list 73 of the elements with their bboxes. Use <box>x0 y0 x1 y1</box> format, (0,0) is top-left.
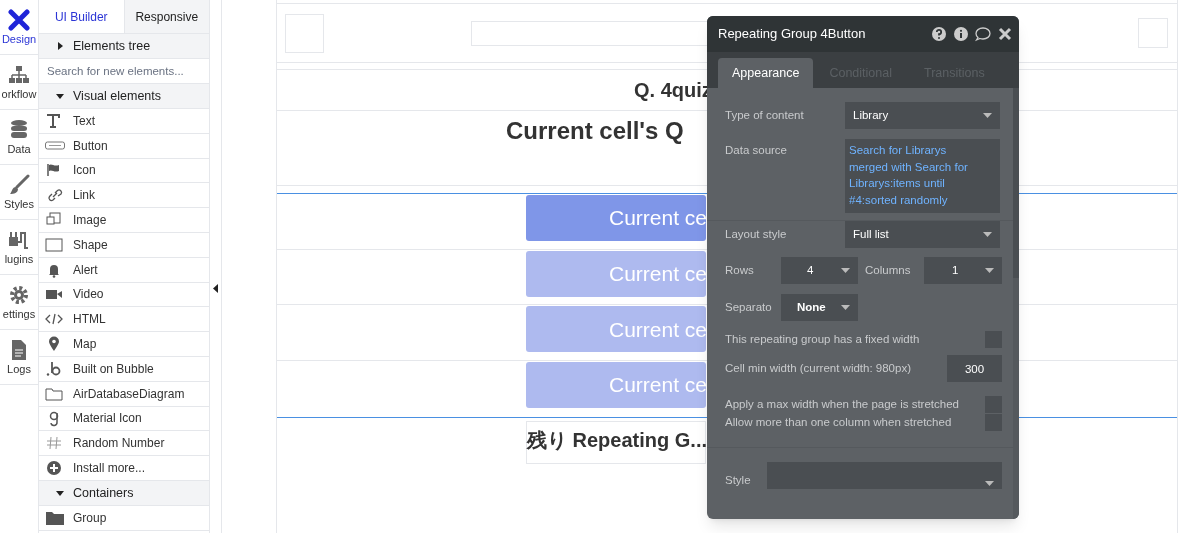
comment-icon[interactable] <box>975 26 991 42</box>
element-item[interactable]: Icon <box>39 158 209 184</box>
field-label: Type of content <box>725 107 805 123</box>
nav-tab[interactable]: Data <box>0 110 38 165</box>
element-item[interactable]: Shape <box>39 233 209 258</box>
cross-icon <box>8 9 30 31</box>
nav-tab[interactable]: Styles <box>0 165 38 220</box>
dropdown[interactable]: 1 <box>924 257 1002 284</box>
field-label: This repeating group has a fixed width <box>725 332 920 347</box>
placeholder-box <box>285 13 324 53</box>
caret-down-icon <box>983 113 992 118</box>
field-label: Separato <box>725 299 773 315</box>
field-label: Layout style <box>725 226 788 242</box>
field-label: Apply a max width when the page is stretched <box>725 397 959 413</box>
plug-icon <box>8 229 30 251</box>
element-item[interactable]: Video <box>39 282 209 308</box>
brush-icon <box>8 174 30 196</box>
nav-tab[interactable]: Logs <box>0 330 38 385</box>
caret-down-icon <box>56 488 64 497</box>
dropdown[interactable]: None <box>781 294 858 321</box>
square-icon <box>45 235 65 254</box>
element-item[interactable]: Map <box>39 332 209 357</box>
caret-down-icon <box>985 480 994 486</box>
database-icon <box>8 119 30 141</box>
caret-down-icon <box>985 268 994 273</box>
nav-tab[interactable]: Design <box>0 0 38 55</box>
remaining-text: 残り Repeating G... <box>526 420 706 464</box>
field-label: Style <box>725 472 752 488</box>
element-item[interactable]: Alert <box>39 257 209 283</box>
collapse-arrow-icon[interactable] <box>213 284 218 293</box>
placeholder-box <box>1138 18 1168 48</box>
dropdown[interactable]: Full list <box>845 221 1000 248</box>
search-field[interactable]: Search for new elements... <box>39 59 209 84</box>
element-item[interactable]: AirDatabaseDiagram <box>39 381 209 407</box>
element-item[interactable]: Text <box>39 109 209 134</box>
element-item[interactable]: Image <box>39 208 209 233</box>
caret-down-icon <box>983 232 992 237</box>
dropdown[interactable]: Library <box>845 102 1000 129</box>
gear-icon <box>8 284 30 306</box>
section-header[interactable]: Visual elements <box>39 84 209 109</box>
caret-down-icon <box>841 268 850 273</box>
question-text: Current cell's Q <box>506 117 684 144</box>
element-item[interactable]: Install more... <box>39 456 209 481</box>
help-icon[interactable] <box>931 26 947 42</box>
element-item[interactable]: Material Icon <box>39 406 209 432</box>
caret-down-icon <box>841 305 850 310</box>
close-icon[interactable] <box>997 26 1013 42</box>
element-item[interactable]: Built on Bubble <box>39 356 209 382</box>
field-label: Rows <box>725 262 755 278</box>
caret-down-icon <box>56 92 64 100</box>
field-label: Allow more than one column when stretched <box>725 414 952 430</box>
editor-tab[interactable]: Appearance <box>718 58 814 88</box>
field-label: Cell min width (current width: 980px) <box>725 361 911 377</box>
nav-tab[interactable]: ettings <box>0 275 38 330</box>
field-label: Columns <box>865 262 912 278</box>
panel-tab[interactable]: Responsive <box>123 0 209 33</box>
info-icon[interactable] <box>953 26 969 42</box>
element-item[interactable]: HTML <box>39 307 209 333</box>
number-field[interactable]: 300 <box>947 355 1002 383</box>
element-item[interactable]: Button <box>39 133 209 159</box>
data-source-field[interactable]: Search for Librarys merged with Search for Librarys:items until #4:sorted randomly <box>845 139 1000 213</box>
element-item[interactable]: Random Number <box>39 431 209 457</box>
element-item[interactable]: Link <box>39 183 209 209</box>
section-header[interactable]: Elements tree <box>39 34 209 59</box>
element-item[interactable]: Group <box>39 505 209 531</box>
field-label: Data source <box>725 143 788 158</box>
window-title: Repeating Group 4Button <box>718 25 866 44</box>
hierarchy-icon <box>8 64 30 86</box>
nav-tab[interactable]: lugins <box>0 220 38 275</box>
section-header[interactable]: Containers <box>39 480 209 506</box>
nav-tab[interactable]: orkflow <box>0 55 38 110</box>
caret-right-icon <box>56 42 64 50</box>
dropdown[interactable]: 4 <box>781 257 858 284</box>
